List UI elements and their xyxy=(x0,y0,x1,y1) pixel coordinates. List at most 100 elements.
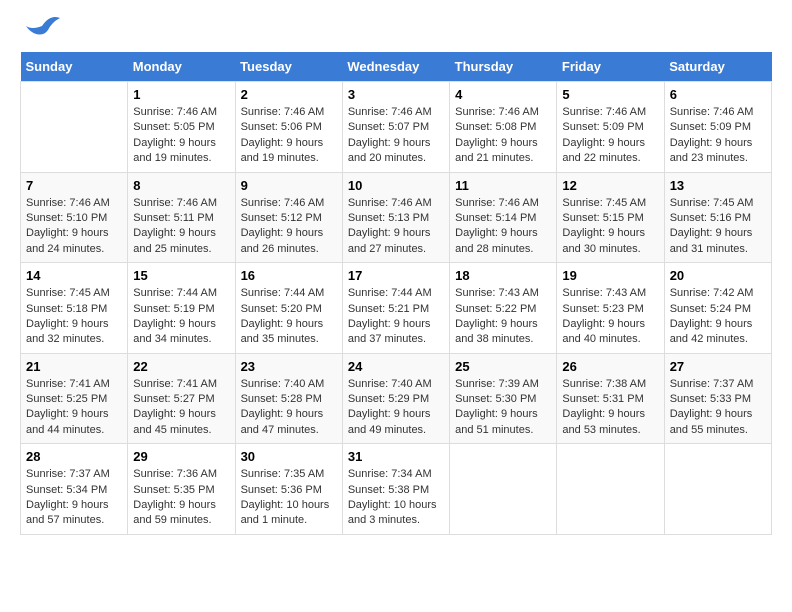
day-number: 7 xyxy=(26,178,122,193)
calendar-cell: 8 Sunrise: 7:46 AMSunset: 5:11 PMDaylight… xyxy=(128,172,235,263)
day-number: 31 xyxy=(348,449,444,464)
calendar-cell: 29 Sunrise: 7:36 AMSunset: 5:35 PMDayligh… xyxy=(128,444,235,535)
calendar-cell: 25 Sunrise: 7:39 AMSunset: 5:30 PMDayligh… xyxy=(450,353,557,444)
calendar-cell: 3Sunrise: 7:46 AMSunset: 5:07 PMDaylight… xyxy=(342,82,449,173)
calendar-table: SundayMondayTuesdayWednesdayThursdayFrid… xyxy=(20,52,772,535)
day-number: 25 xyxy=(455,359,551,374)
calendar-cell: 21Sunrise: 7:41 AMSunset: 5:25 PMDayligh… xyxy=(21,353,128,444)
calendar-cell: 10 Sunrise: 7:46 AMSunset: 5:13 PMDayligh… xyxy=(342,172,449,263)
calendar-cell: 13 Sunrise: 7:45 AMSunset: 5:16 PMDayligh… xyxy=(664,172,771,263)
day-info: Sunrise: 7:35 AMSunset: 5:36 PMDaylight:… xyxy=(241,467,337,529)
calendar-cell: 28 Sunrise: 7:37 AMSunset: 5:34 PMDayligh… xyxy=(21,444,128,535)
day-number: 4 xyxy=(455,87,551,102)
day-info: Sunrise: 7:46 AMSunset: 5:06 PMDaylight:… xyxy=(241,105,337,167)
day-info: Sunrise: 7:43 AMSunset: 5:22 PMDaylight:… xyxy=(455,286,551,348)
day-info: Sunrise: 7:43 AMSunset: 5:23 PMDaylight:… xyxy=(562,286,658,348)
day-number: 9 xyxy=(241,178,337,193)
calendar-cell: 2 Sunrise: 7:46 AMSunset: 5:06 PMDaylight… xyxy=(235,82,342,173)
header-cell-wednesday: Wednesday xyxy=(342,52,449,82)
calendar-cell: 30 Sunrise: 7:35 AMSunset: 5:36 PMDayligh… xyxy=(235,444,342,535)
day-number: 29 xyxy=(133,449,229,464)
logo-bird-icon xyxy=(22,12,60,40)
calendar-cell: 23 Sunrise: 7:40 AMSunset: 5:28 PMDayligh… xyxy=(235,353,342,444)
header-row: SundayMondayTuesdayWednesdayThursdayFrid… xyxy=(21,52,772,82)
day-info: Sunrise: 7:37 AMSunset: 5:33 PMDaylight:… xyxy=(670,377,766,439)
day-info: Sunrise: 7:46 AMSunset: 5:07 PMDaylight:… xyxy=(348,105,444,167)
day-number: 27 xyxy=(670,359,766,374)
calendar-week-3: 21Sunrise: 7:41 AMSunset: 5:25 PMDayligh… xyxy=(21,353,772,444)
day-number: 8 xyxy=(133,178,229,193)
day-number: 2 xyxy=(241,87,337,102)
calendar-cell: 18 Sunrise: 7:43 AMSunset: 5:22 PMDayligh… xyxy=(450,263,557,354)
day-number: 17 xyxy=(348,268,444,283)
day-number: 6 xyxy=(670,87,766,102)
day-number: 26 xyxy=(562,359,658,374)
day-info: Sunrise: 7:40 AMSunset: 5:29 PMDaylight:… xyxy=(348,377,444,439)
day-number: 10 xyxy=(348,178,444,193)
day-info: Sunrise: 7:44 AMSunset: 5:20 PMDaylight:… xyxy=(241,286,337,348)
day-info: Sunrise: 7:42 AMSunset: 5:24 PMDaylight:… xyxy=(670,286,766,348)
day-info: Sunrise: 7:37 AMSunset: 5:34 PMDaylight:… xyxy=(26,467,122,529)
calendar-cell xyxy=(664,444,771,535)
calendar-cell: 4 Sunrise: 7:46 AMSunset: 5:08 PMDaylight… xyxy=(450,82,557,173)
calendar-cell: 19 Sunrise: 7:43 AMSunset: 5:23 PMDayligh… xyxy=(557,263,664,354)
calendar-cell: 14 Sunrise: 7:45 AMSunset: 5:18 PMDayligh… xyxy=(21,263,128,354)
day-info: Sunrise: 7:45 AMSunset: 5:18 PMDaylight:… xyxy=(26,286,122,348)
calendar-cell: 24 Sunrise: 7:40 AMSunset: 5:29 PMDayligh… xyxy=(342,353,449,444)
day-info: Sunrise: 7:44 AMSunset: 5:19 PMDaylight:… xyxy=(133,286,229,348)
day-number: 13 xyxy=(670,178,766,193)
day-info: Sunrise: 7:39 AMSunset: 5:30 PMDaylight:… xyxy=(455,377,551,439)
calendar-week-0: 1 Sunrise: 7:46 AMSunset: 5:05 PMDaylight… xyxy=(21,82,772,173)
day-number: 30 xyxy=(241,449,337,464)
day-number: 1 xyxy=(133,87,229,102)
day-info: Sunrise: 7:46 AMSunset: 5:12 PMDaylight:… xyxy=(241,196,337,258)
calendar-cell xyxy=(557,444,664,535)
day-number: 12 xyxy=(562,178,658,193)
day-info: Sunrise: 7:40 AMSunset: 5:28 PMDaylight:… xyxy=(241,377,337,439)
day-number: 11 xyxy=(455,178,551,193)
calendar-cell: 17Sunrise: 7:44 AMSunset: 5:21 PMDayligh… xyxy=(342,263,449,354)
day-info: Sunrise: 7:45 AMSunset: 5:16 PMDaylight:… xyxy=(670,196,766,258)
day-info: Sunrise: 7:46 AMSunset: 5:10 PMDaylight:… xyxy=(26,196,122,258)
calendar-week-1: 7 Sunrise: 7:46 AMSunset: 5:10 PMDaylight… xyxy=(21,172,772,263)
day-info: Sunrise: 7:34 AMSunset: 5:38 PMDaylight:… xyxy=(348,467,444,529)
calendar-cell: 22 Sunrise: 7:41 AMSunset: 5:27 PMDayligh… xyxy=(128,353,235,444)
calendar-cell: 31 Sunrise: 7:34 AMSunset: 5:38 PMDayligh… xyxy=(342,444,449,535)
calendar-cell: 1 Sunrise: 7:46 AMSunset: 5:05 PMDaylight… xyxy=(128,82,235,173)
day-info: Sunrise: 7:46 AMSunset: 5:09 PMDaylight:… xyxy=(562,105,658,167)
header-cell-thursday: Thursday xyxy=(450,52,557,82)
calendar-cell: 11 Sunrise: 7:46 AMSunset: 5:14 PMDayligh… xyxy=(450,172,557,263)
day-number: 28 xyxy=(26,449,122,464)
day-number: 20 xyxy=(670,268,766,283)
calendar-cell xyxy=(21,82,128,173)
day-number: 16 xyxy=(241,268,337,283)
day-number: 19 xyxy=(562,268,658,283)
logo xyxy=(20,20,60,42)
calendar-cell: 20 Sunrise: 7:42 AMSunset: 5:24 PMDayligh… xyxy=(664,263,771,354)
calendar-cell: 15 Sunrise: 7:44 AMSunset: 5:19 PMDayligh… xyxy=(128,263,235,354)
calendar-week-2: 14 Sunrise: 7:45 AMSunset: 5:18 PMDayligh… xyxy=(21,263,772,354)
day-info: Sunrise: 7:46 AMSunset: 5:14 PMDaylight:… xyxy=(455,196,551,258)
calendar-cell: 26 Sunrise: 7:38 AMSunset: 5:31 PMDayligh… xyxy=(557,353,664,444)
calendar-cell: 27 Sunrise: 7:37 AMSunset: 5:33 PMDayligh… xyxy=(664,353,771,444)
day-number: 22 xyxy=(133,359,229,374)
day-info: Sunrise: 7:46 AMSunset: 5:13 PMDaylight:… xyxy=(348,196,444,258)
day-info: Sunrise: 7:36 AMSunset: 5:35 PMDaylight:… xyxy=(133,467,229,529)
page-header xyxy=(20,20,772,42)
day-number: 21 xyxy=(26,359,122,374)
day-number: 18 xyxy=(455,268,551,283)
day-number: 24 xyxy=(348,359,444,374)
day-number: 15 xyxy=(133,268,229,283)
day-info: Sunrise: 7:46 AMSunset: 5:08 PMDaylight:… xyxy=(455,105,551,167)
day-info: Sunrise: 7:46 AMSunset: 5:05 PMDaylight:… xyxy=(133,105,229,167)
day-info: Sunrise: 7:46 AMSunset: 5:09 PMDaylight:… xyxy=(670,105,766,167)
day-info: Sunrise: 7:38 AMSunset: 5:31 PMDaylight:… xyxy=(562,377,658,439)
day-info: Sunrise: 7:46 AMSunset: 5:11 PMDaylight:… xyxy=(133,196,229,258)
day-number: 23 xyxy=(241,359,337,374)
day-number: 14 xyxy=(26,268,122,283)
day-number: 5 xyxy=(562,87,658,102)
header-cell-monday: Monday xyxy=(128,52,235,82)
day-info: Sunrise: 7:41 AMSunset: 5:27 PMDaylight:… xyxy=(133,377,229,439)
calendar-cell: 16 Sunrise: 7:44 AMSunset: 5:20 PMDayligh… xyxy=(235,263,342,354)
calendar-cell: 7 Sunrise: 7:46 AMSunset: 5:10 PMDaylight… xyxy=(21,172,128,263)
